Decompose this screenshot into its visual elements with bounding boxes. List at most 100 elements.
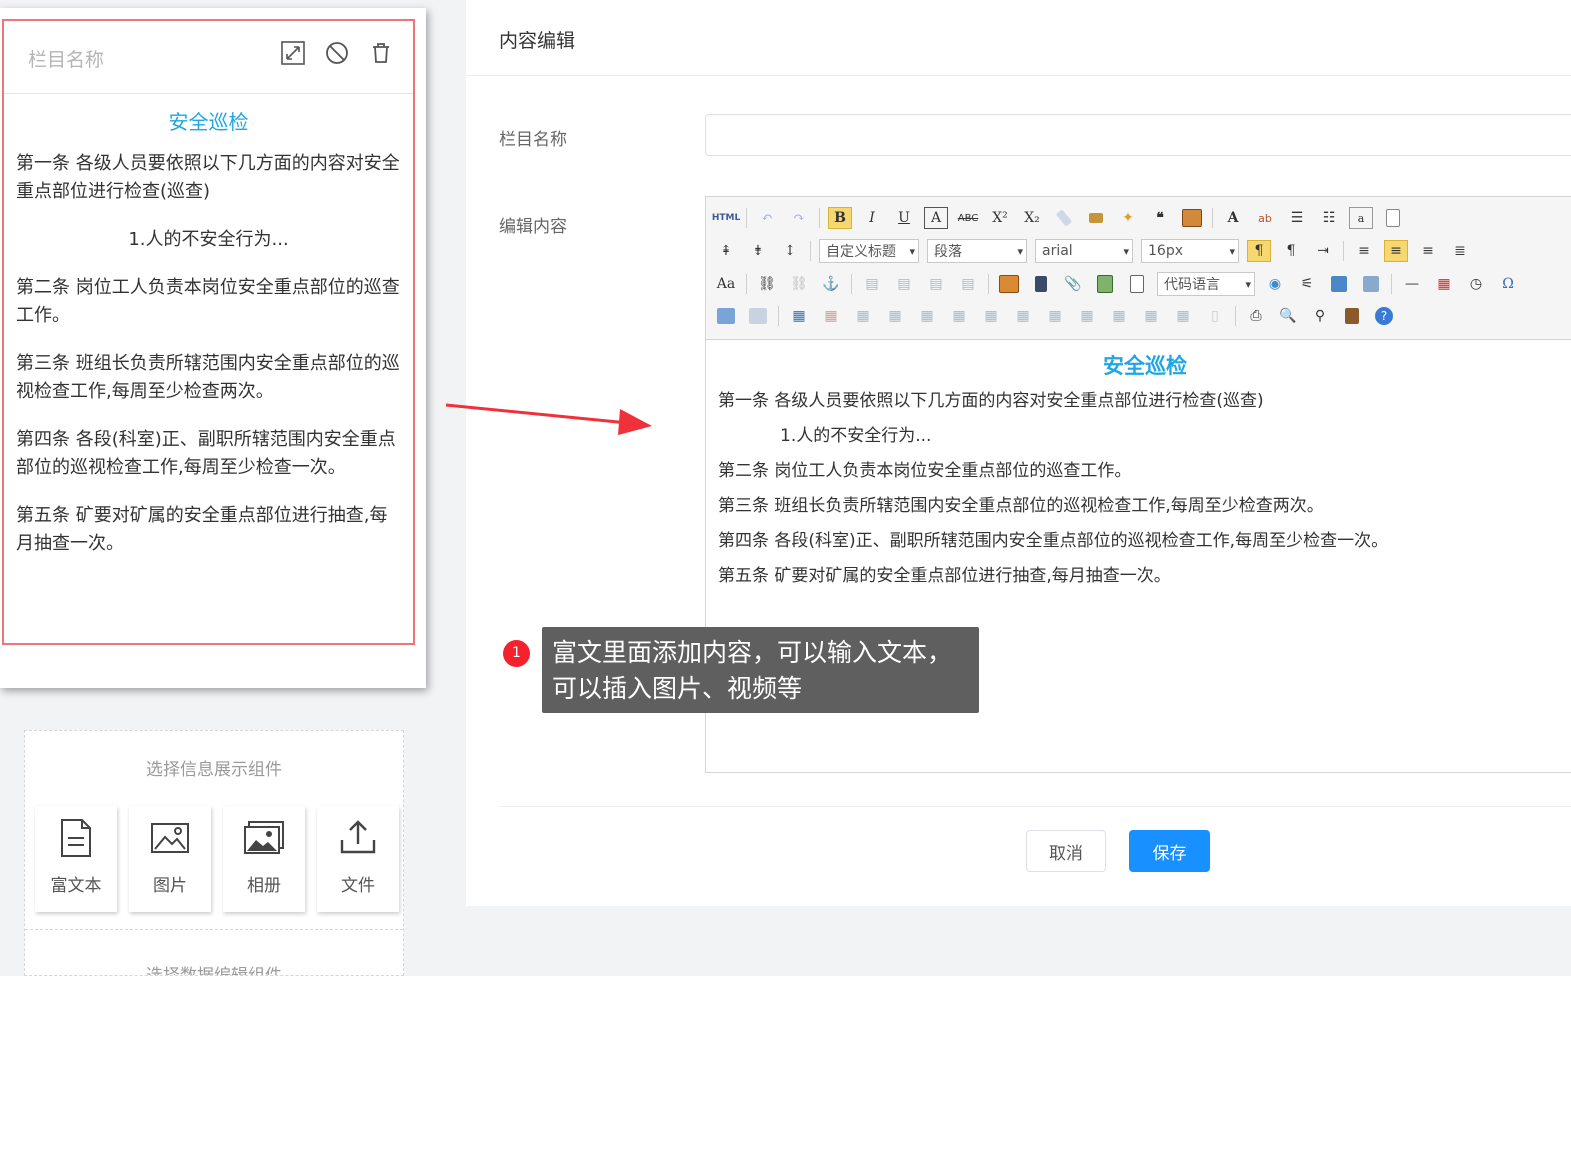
component-image[interactable]: 图片 (129, 806, 211, 912)
align-right-icon[interactable]: ≡ (1416, 240, 1440, 262)
special-char-icon[interactable]: Ω (1496, 273, 1520, 295)
template-icon[interactable] (1327, 273, 1351, 295)
print-icon[interactable]: ⎙ (1244, 305, 1268, 327)
text-case-icon[interactable]: Aa (714, 273, 738, 295)
rtl-direction-icon[interactable]: ¶ (1279, 240, 1303, 262)
chart-icon[interactable]: ▯ (1203, 305, 1227, 327)
merge-right-icon[interactable]: ▦ (1043, 305, 1067, 327)
cancel-button[interactable]: 取消 (1026, 830, 1106, 872)
paragraph-spacing-bottom-icon[interactable]: ⇟ (746, 240, 770, 262)
panel-divider (466, 75, 1571, 76)
preview-card-frame: 栏目名称 安全巡检 第一条 各级人员要依照以下几方面的内容对安全重点部位进行检查… (2, 19, 415, 645)
underline-icon[interactable]: U (892, 207, 916, 229)
blockquote-icon[interactable]: ❝ (1148, 207, 1172, 229)
line-height-icon[interactable]: ↕ (778, 240, 802, 262)
undo-icon[interactable]: ↶ (755, 207, 779, 229)
highlight-icon[interactable]: ab (1253, 207, 1277, 229)
wordimage-icon[interactable] (746, 305, 770, 327)
font-color-icon[interactable]: A (1221, 207, 1245, 229)
preview-card[interactable]: 栏目名称 安全巡检 第一条 各级人员要依照以下几方面的内容对安全重点部位进行检查… (0, 8, 426, 688)
background-icon[interactable] (1359, 273, 1383, 295)
insert-col-icon[interactable]: ▦ (947, 305, 971, 327)
insert-emoticon-icon[interactable] (714, 305, 738, 327)
italic-icon[interactable]: I (860, 207, 884, 229)
ordered-list-icon[interactable]: ☰ (1285, 207, 1309, 229)
insert-row-icon[interactable]: ▦ (883, 305, 907, 327)
delete-col-icon[interactable]: ▦ (979, 305, 1003, 327)
custom-heading-select[interactable]: 自定义标题 (819, 239, 919, 263)
bold-icon[interactable]: B (828, 207, 852, 229)
component-list: 富文本 图片 相册 文件 (35, 806, 399, 912)
drafts-icon[interactable] (1340, 305, 1364, 327)
insert-video-icon[interactable] (1029, 273, 1053, 295)
component-album[interactable]: 相册 (223, 806, 305, 912)
image-left-icon[interactable]: ▤ (892, 273, 916, 295)
resize-icon[interactable] (281, 41, 305, 65)
code-language-select[interactable]: 代码语言 (1157, 272, 1255, 296)
preview-icon[interactable]: 🔍 (1276, 305, 1300, 327)
unlink-icon[interactable]: ⛓ (787, 273, 811, 295)
subscript-icon[interactable]: X₂ (1020, 207, 1044, 229)
horizontal-rule-icon[interactable]: — (1400, 273, 1424, 295)
font-family-select[interactable]: arial (1035, 239, 1133, 263)
preview-paragraph: 第三条 班组长负责所辖范围内安全重点部位的巡视检查工作,每周至少检查两次。 (16, 353, 400, 402)
trash-icon[interactable] (369, 41, 393, 65)
component-file[interactable]: 文件 (317, 806, 399, 912)
attachment-icon[interactable]: 📎 (1061, 273, 1085, 295)
insert-frame-icon[interactable] (1125, 273, 1149, 295)
align-left-icon[interactable]: ≡ (1352, 240, 1376, 262)
page-break-insert-icon[interactable]: ⚟ (1295, 273, 1319, 295)
page-break-icon[interactable] (1381, 207, 1405, 229)
anchor-icon[interactable]: ⚓ (819, 273, 843, 295)
format-brush-icon[interactable] (1084, 207, 1108, 229)
html-source-button[interactable]: HTML (712, 207, 740, 229)
image-none-icon[interactable]: ▤ (860, 273, 884, 295)
superscript-icon[interactable]: X² (988, 207, 1012, 229)
paragraph-select[interactable]: 段落 (927, 239, 1027, 263)
redo-icon[interactable]: ↷ (787, 207, 811, 229)
delete-table-icon[interactable]: ▦ (819, 305, 843, 327)
merge-down-icon[interactable]: ▦ (1075, 305, 1099, 327)
map-icon[interactable]: ◉ (1263, 273, 1287, 295)
annotation-arrow-icon (445, 403, 652, 435)
paste-plain-icon[interactable] (1180, 207, 1204, 229)
time-icon[interactable]: ◷ (1464, 273, 1488, 295)
merge-cells-icon[interactable]: ▦ (1011, 305, 1035, 327)
component-label: 文件 (341, 876, 375, 896)
ltr-direction-icon[interactable]: ¶ (1247, 240, 1271, 262)
delete-row-icon[interactable]: ▦ (915, 305, 939, 327)
link-icon[interactable]: ⛓ (755, 273, 779, 295)
component-picker: 选择信息展示组件 富文本 图片 相册 文件 选择数据编辑组件 (24, 730, 404, 976)
align-justify-icon[interactable]: ≣ (1448, 240, 1472, 262)
indent-icon[interactable]: ⇥ (1311, 240, 1335, 262)
split-rows-icon[interactable]: ▦ (1139, 305, 1163, 327)
eraser-icon[interactable] (1052, 207, 1076, 229)
editor-content-line: 第三条 班组长负责所辖范围内安全重点部位的巡视检查工作,每周至少检查两次。 (718, 496, 1324, 516)
column-name-input[interactable] (705, 114, 1571, 156)
help-icon[interactable]: ? (1372, 305, 1396, 327)
mention-icon[interactable]: a (1349, 207, 1373, 229)
align-center-icon[interactable]: ≡ (1384, 240, 1408, 262)
component-rich-text[interactable]: 富文本 (35, 806, 117, 912)
unordered-list-icon[interactable]: ☷ (1317, 207, 1341, 229)
scrawl-icon[interactable] (1093, 273, 1117, 295)
search-replace-icon[interactable]: ⚲ (1308, 305, 1332, 327)
strikethrough-icon[interactable]: ABC (956, 207, 980, 229)
image-icon (151, 823, 189, 853)
date-icon[interactable]: ▦ (1432, 273, 1456, 295)
split-cols-icon[interactable]: ▦ (1171, 305, 1195, 327)
font-border-icon[interactable]: A (924, 207, 948, 229)
paragraph-spacing-top-icon[interactable]: ⇞ (714, 240, 738, 262)
editor-content[interactable]: 安全巡检 第一条 各级人员要依照以下几方面的内容对安全重点部位进行检查(巡查) … (706, 340, 1571, 602)
insert-paragraph-before-table-icon[interactable]: ▦ (851, 305, 875, 327)
image-center-icon[interactable]: ▤ (956, 273, 980, 295)
font-size-select[interactable]: 16px (1141, 239, 1239, 263)
auto-format-icon[interactable]: ✦ (1116, 207, 1140, 229)
insert-image-icon[interactable] (997, 273, 1021, 295)
card-actions (281, 41, 393, 65)
insert-table-icon[interactable]: ▦ (787, 305, 811, 327)
image-right-icon[interactable]: ▤ (924, 273, 948, 295)
split-cells-icon[interactable]: ▦ (1107, 305, 1131, 327)
disable-icon[interactable] (325, 41, 349, 65)
save-button[interactable]: 保存 (1129, 830, 1210, 872)
